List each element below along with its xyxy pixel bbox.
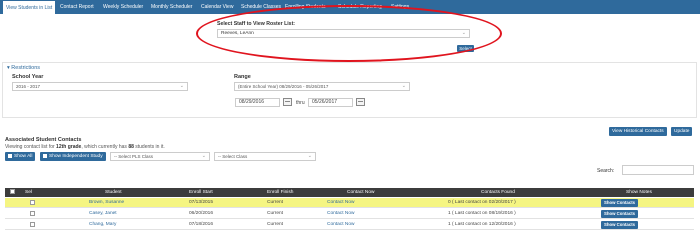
- chevron-down-icon: ⌄: [201, 153, 206, 159]
- student-name[interactable]: Brown, Susanne: [89, 198, 124, 208]
- checkbox-icon: [8, 153, 12, 158]
- tab-view-students[interactable]: View Students in List: [2, 0, 57, 14]
- tab-monthly-scheduler[interactable]: Monthly Scheduler: [148, 0, 195, 14]
- class-select[interactable]: -- Select Class ⌄: [214, 152, 316, 161]
- column-sel[interactable]: Sel: [25, 188, 32, 197]
- checkbox-icon: [43, 153, 47, 158]
- associated-contacts-title: Associated Student Contacts: [5, 137, 82, 143]
- search-input[interactable]: [622, 165, 694, 175]
- row-checkbox[interactable]: [30, 200, 35, 205]
- show-contacts-button[interactable]: Show Contacts: [601, 199, 639, 207]
- contact-now-link[interactable]: Contact Now: [327, 209, 354, 219]
- class-value: -- Select Class: [218, 154, 248, 159]
- school-year-select[interactable]: 2016 - 2017 ⌄: [12, 82, 188, 91]
- column-contacts-found[interactable]: Contacts Found: [481, 188, 515, 197]
- staff-label: Select Staff to View Roster List:: [217, 21, 296, 27]
- enroll-finish: Current: [267, 222, 283, 227]
- top-nav: View Students in List Contact Report Wee…: [0, 0, 700, 14]
- column-contact-now[interactable]: Contact Now: [347, 188, 374, 197]
- viewing-middle: , which currently has: [81, 144, 129, 150]
- calendar-icon[interactable]: [283, 98, 292, 106]
- column-student[interactable]: Student: [105, 188, 122, 197]
- show-all-label: Show All: [14, 154, 33, 159]
- school-year-value: 2016 - 2017: [16, 84, 41, 89]
- pls-class-select[interactable]: -- Select PLS Class ⌄: [110, 152, 210, 161]
- restrictions-title: Restrictions: [11, 65, 41, 71]
- column-enroll-start[interactable]: Enroll Start: [189, 188, 213, 197]
- enroll-finish: Current: [267, 211, 283, 216]
- viewing-prefix: Viewing contact list for: [5, 144, 57, 150]
- chevron-down-icon: ⌄: [461, 30, 466, 36]
- thru-label: thru: [296, 100, 305, 106]
- start-date-input[interactable]: 08/29/2016: [235, 98, 280, 107]
- table-row: Casey, Janet 06/20/2016 Current Contact …: [5, 209, 694, 219]
- contact-now-link[interactable]: Contact Now: [327, 220, 354, 230]
- view-historical-contacts-button[interactable]: View Historical Contacts: [609, 127, 667, 136]
- range-value: (Entire School Year) 08/29/2016 - 05/26/…: [238, 84, 329, 89]
- enroll-start: 07/13/2015: [189, 200, 214, 205]
- viewing-summary: Viewing contact list for 12th grade, whi…: [5, 144, 165, 150]
- end-date-input[interactable]: 05/26/2017: [308, 98, 353, 107]
- staff-selector: Select Staff to View Roster List: Reeves…: [212, 18, 474, 56]
- show-independent-study-button[interactable]: Show Independent Study: [40, 152, 106, 161]
- column-show-notes[interactable]: Show Notes: [626, 188, 652, 197]
- enroll-start: 07/18/2016: [189, 222, 214, 227]
- staff-select[interactable]: Reeves, LeAnn ⌄: [217, 29, 470, 38]
- tab-contact-report[interactable]: Contact Report: [57, 0, 97, 14]
- chevron-down-icon: ⌄: [307, 153, 312, 159]
- tab-calendar-view[interactable]: Calendar View: [198, 0, 236, 14]
- student-name[interactable]: Chang, Mary: [89, 220, 116, 230]
- chevron-down-icon: ⌄: [179, 83, 184, 89]
- student-name[interactable]: Casey, Janet: [89, 209, 117, 219]
- enroll-finish: Current: [267, 200, 283, 205]
- table-row: Brown, Susanne 07/13/2015 Current Contac…: [5, 198, 694, 208]
- contacts-found: 1 ( Last contact on 12/20/2016 ): [448, 222, 516, 227]
- calendar-icon[interactable]: [356, 98, 365, 106]
- show-contacts-button[interactable]: Show Contacts: [601, 210, 639, 218]
- row-checkbox[interactable]: [30, 222, 35, 227]
- show-contacts-button[interactable]: Show Contacts: [601, 221, 639, 229]
- viewing-grade: 12th grade: [56, 144, 82, 150]
- restrictions-toggle[interactable]: ▾ Restrictions: [7, 65, 40, 71]
- table-row: Chang, Mary 07/18/2016 Current Contact N…: [5, 220, 694, 230]
- contacts-found: 1 ( Last contact on 08/19/2016 ): [448, 211, 516, 216]
- range-label: Range: [234, 74, 251, 80]
- contacts-found: 0 ( Last contact on 02/20/2017 ): [448, 200, 516, 205]
- enroll-start: 06/20/2016: [189, 211, 214, 216]
- pls-class-value: -- Select PLS Class: [114, 154, 154, 159]
- show-independent-label: Show Independent Study: [49, 154, 103, 159]
- show-all-button[interactable]: Show All: [5, 152, 36, 161]
- row-checkbox[interactable]: [30, 211, 35, 216]
- viewing-suffix: students in it.: [133, 144, 165, 150]
- tab-weekly-scheduler[interactable]: Weekly Scheduler: [100, 0, 146, 14]
- checkbox-icon: [10, 189, 15, 194]
- tab-settings[interactable]: Settings: [388, 0, 412, 14]
- contact-now-link[interactable]: Contact Now: [327, 198, 354, 208]
- select-all-checkbox[interactable]: [10, 188, 15, 197]
- school-year-label: School Year: [12, 74, 44, 80]
- column-enroll-finish[interactable]: Enroll Finish: [267, 188, 293, 197]
- tab-enrolling-students[interactable]: Enrolling Students: [282, 0, 329, 14]
- range-select[interactable]: (Entire School Year) 08/29/2016 - 05/26/…: [234, 82, 410, 91]
- tab-schedule-reporting[interactable]: Schedule Reporting: [335, 0, 385, 14]
- tab-schedule-classes[interactable]: Schedule Classes: [238, 0, 284, 14]
- search-label: Search:: [597, 168, 615, 174]
- select-staff-button[interactable]: Select: [457, 45, 474, 52]
- chevron-down-icon: ⌄: [401, 83, 406, 89]
- table-header: Sel Student Enroll Start Enroll Finish C…: [5, 188, 694, 197]
- caret-down-icon: ▾: [7, 65, 10, 71]
- staff-select-value: Reeves, LeAnn: [221, 31, 254, 36]
- update-button[interactable]: Update: [671, 127, 693, 136]
